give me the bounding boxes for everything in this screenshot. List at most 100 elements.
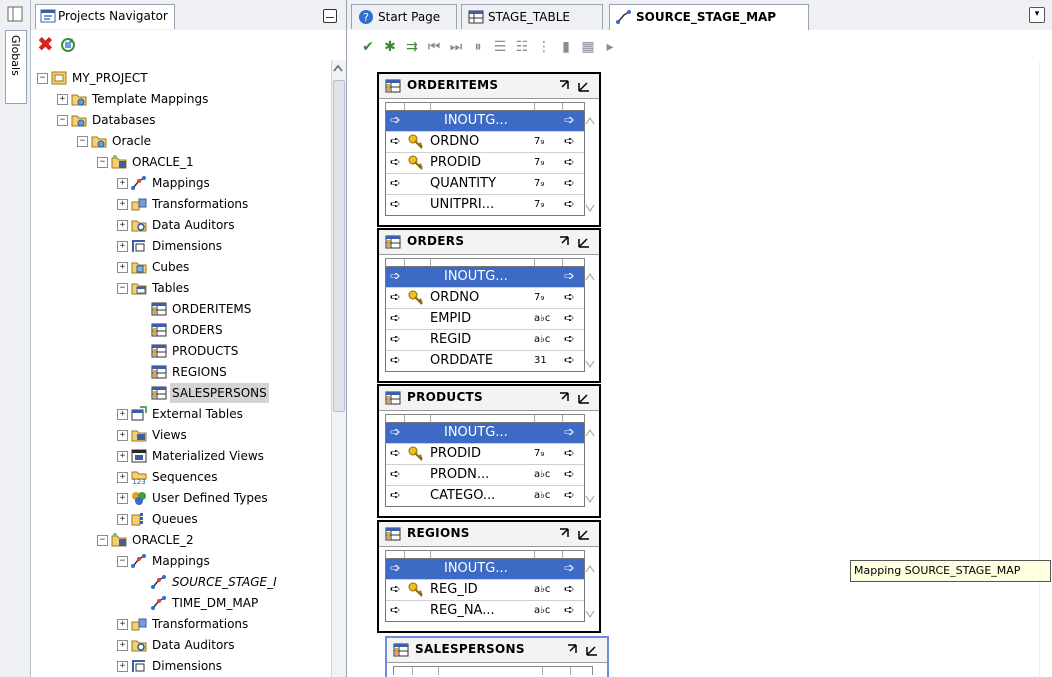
group-row[interactable]: ➩ INOUTG... ➩ — [386, 111, 584, 131]
tree-item[interactable]: SOURCE_STAGE_I — [31, 572, 331, 592]
tree-item[interactable]: TIME_DM_MAP — [31, 593, 331, 613]
attribute-row[interactable]: ➪ ORDNO 7₉ ➪ — [386, 131, 584, 152]
expand-icon[interactable]: + — [117, 493, 128, 504]
pause-icon[interactable]: ⏸ — [469, 38, 487, 56]
navigator-scroll-thumb[interactable] — [333, 80, 345, 412]
tree-item[interactable]: +123 Sequences — [31, 467, 331, 487]
table-operator[interactable]: PRODUCTS ➩ INOUTG... ➩ ➪ PRODID 7₉ ➪ ➪ P… — [377, 384, 601, 518]
tree-item[interactable]: + Queues — [31, 509, 331, 529]
tab-stage-table[interactable]: STAGE_TABLE — [461, 4, 603, 29]
collapse-icon[interactable]: − — [97, 535, 108, 546]
validate-icon[interactable]: ✔ — [359, 38, 377, 56]
attribute-row[interactable]: ➪ ORDDATE 31 ➪ — [386, 350, 584, 371]
tab-start-page[interactable]: ? Start Page — [351, 4, 457, 29]
expand-icon[interactable]: + — [117, 514, 128, 525]
operator-header[interactable]: PRODUCTS — [379, 386, 599, 411]
auto-layout-icon[interactable]: ☰ — [491, 38, 509, 56]
tree-item[interactable]: + Data Auditors — [31, 635, 331, 655]
tab-source-stage-map[interactable]: SOURCE_STAGE_MAP — [609, 4, 809, 32]
tree-item[interactable]: − ORACLE_1 — [31, 152, 331, 172]
expand-icon[interactable]: + — [117, 178, 128, 189]
attribute-row[interactable]: ➪ EMPID a♭ᴄ ➪ — [386, 308, 584, 329]
operator-scrollbar[interactable] — [585, 110, 595, 215]
projects-navigator-tab[interactable]: Projects Navigator — [35, 4, 175, 29]
step-back-icon[interactable]: ⏮ — [425, 38, 443, 56]
canvas-scrollbar[interactable] — [1039, 62, 1052, 677]
expand-icon[interactable]: + — [117, 409, 128, 420]
table-operator[interactable]: REGIONS ➩ INOUTG... ➩ ➪ REG_ID a♭ᴄ ➪ ➪ R… — [377, 520, 601, 633]
expand-icon[interactable]: + — [117, 220, 128, 231]
expand-icon[interactable]: + — [117, 640, 128, 651]
attribute-row[interactable]: ➪ PRODID 7₉ ➪ — [386, 443, 584, 464]
operator-header[interactable]: ORDERITEMS — [379, 74, 599, 99]
tree-item[interactable]: + Cubes — [31, 257, 331, 277]
tree-item[interactable]: − ORACLE_2 — [31, 530, 331, 550]
mapping-canvas[interactable]: ORDERITEMS ➩ INOUTG... ➩ ➪ ORDNO 7₉ ➪ ➪ … — [347, 62, 1052, 677]
group-icon[interactable]: ▦ — [579, 38, 597, 56]
refresh-icon[interactable] — [59, 36, 77, 54]
expand-icon[interactable]: + — [57, 94, 68, 105]
tab-list-dropdown[interactable]: ▾ — [1029, 7, 1045, 23]
operator-header[interactable]: ORDERS — [379, 230, 599, 255]
table-operator-icon[interactable]: ▮ — [557, 38, 575, 56]
scroll-up-icon[interactable] — [332, 62, 344, 74]
tree-item[interactable]: + Dimensions — [31, 656, 331, 676]
table-operator[interactable]: SALESPERSONS — [385, 636, 609, 677]
attribute-row[interactable]: ➪ REG_NA... a♭ᴄ ➪ — [386, 600, 584, 621]
operator-window-controls[interactable] — [565, 642, 601, 658]
tree-item[interactable]: − Tables — [31, 278, 331, 298]
attribute-row[interactable]: ➪ REG_ID a♭ᴄ ➪ — [386, 579, 584, 600]
delete-icon[interactable]: ✖ — [37, 34, 57, 54]
operator-window-controls[interactable] — [557, 390, 593, 406]
attribute-row[interactable]: ➪ CATEGO... a♭ᴄ ➪ — [386, 485, 584, 506]
tree-item[interactable]: + Data Auditors — [31, 215, 331, 235]
tree-item[interactable]: − Mappings — [31, 551, 331, 571]
collapse-icon[interactable]: − — [97, 157, 108, 168]
collapse-icon[interactable]: − — [117, 556, 128, 567]
expand-icon[interactable]: + — [117, 619, 128, 630]
group-row[interactable]: ➩ INOUTG... ➩ — [386, 423, 584, 443]
operator-scrollbar[interactable] — [585, 266, 595, 371]
expand-icon[interactable]: + — [117, 451, 128, 462]
collapse-icon[interactable]: − — [37, 73, 48, 84]
tree-item[interactable]: REGIONS — [31, 362, 331, 382]
group-row[interactable]: ➩ INOUTG... ➩ — [386, 267, 584, 287]
attribute-row[interactable]: ➪ PRODID 7₉ ➪ — [386, 152, 584, 173]
arrange-icon[interactable]: ⋮ — [535, 38, 553, 56]
tree-item[interactable]: + Mappings — [31, 173, 331, 193]
expand-all-icon[interactable]: ▸ — [601, 38, 619, 56]
group-row[interactable]: ➩ INOUTG... ➩ — [386, 559, 584, 579]
tree-item[interactable]: − MY_PROJECT — [31, 68, 331, 88]
tree-item[interactable]: − Oracle — [31, 131, 331, 151]
expand-icon[interactable]: + — [117, 472, 128, 483]
operator-window-controls[interactable] — [557, 526, 593, 542]
tree-item[interactable]: + User Defined Types — [31, 488, 331, 508]
attribute-row[interactable]: ➪ QUANTITY 7₉ ➪ — [386, 173, 584, 194]
table-operator[interactable]: ORDERITEMS ➩ INOUTG... ➩ ➪ ORDNO 7₉ ➪ ➪ … — [377, 72, 601, 227]
expand-icon[interactable]: + — [117, 430, 128, 441]
tree-item[interactable]: ORDERITEMS — [31, 299, 331, 319]
minimize-button[interactable] — [323, 9, 337, 23]
tree-item[interactable]: + Dimensions — [31, 236, 331, 256]
attribute-row[interactable]: ➪ REGID a♭ᴄ ➪ — [386, 329, 584, 350]
expand-icon[interactable]: + — [117, 661, 128, 672]
globals-tab[interactable]: Globals — [5, 30, 27, 104]
expand-icon[interactable]: + — [117, 241, 128, 252]
tree-item[interactable]: PRODUCTS — [31, 341, 331, 361]
tree-item[interactable]: + Transformations — [31, 614, 331, 634]
table-operator[interactable]: ORDERS ➩ INOUTG... ➩ ➪ ORDNO 7₉ ➪ ➪ EMPI… — [377, 228, 601, 383]
tree-item[interactable]: + Template Mappings — [31, 89, 331, 109]
collapse-icon[interactable]: − — [57, 115, 68, 126]
operator-header[interactable]: REGIONS — [379, 522, 599, 547]
collapse-icon[interactable]: − — [77, 136, 88, 147]
tree-item[interactable]: + Transformations — [31, 194, 331, 214]
align-icon[interactable]: ☷ — [513, 38, 531, 56]
tree-item[interactable]: + Views — [31, 425, 331, 445]
operator-window-controls[interactable] — [557, 78, 593, 94]
tree-item[interactable]: + Materialized Views — [31, 446, 331, 466]
expand-icon[interactable]: + — [117, 199, 128, 210]
attribute-row[interactable]: ➪ ORDNO 7₉ ➪ — [386, 287, 584, 308]
tree-item[interactable]: − Databases — [31, 110, 331, 130]
attribute-row[interactable]: ➪ PRODN... a♭ᴄ ➪ — [386, 464, 584, 485]
attribute-row[interactable]: ➪ UNITPRI... 7₉ ➪ — [386, 194, 584, 215]
